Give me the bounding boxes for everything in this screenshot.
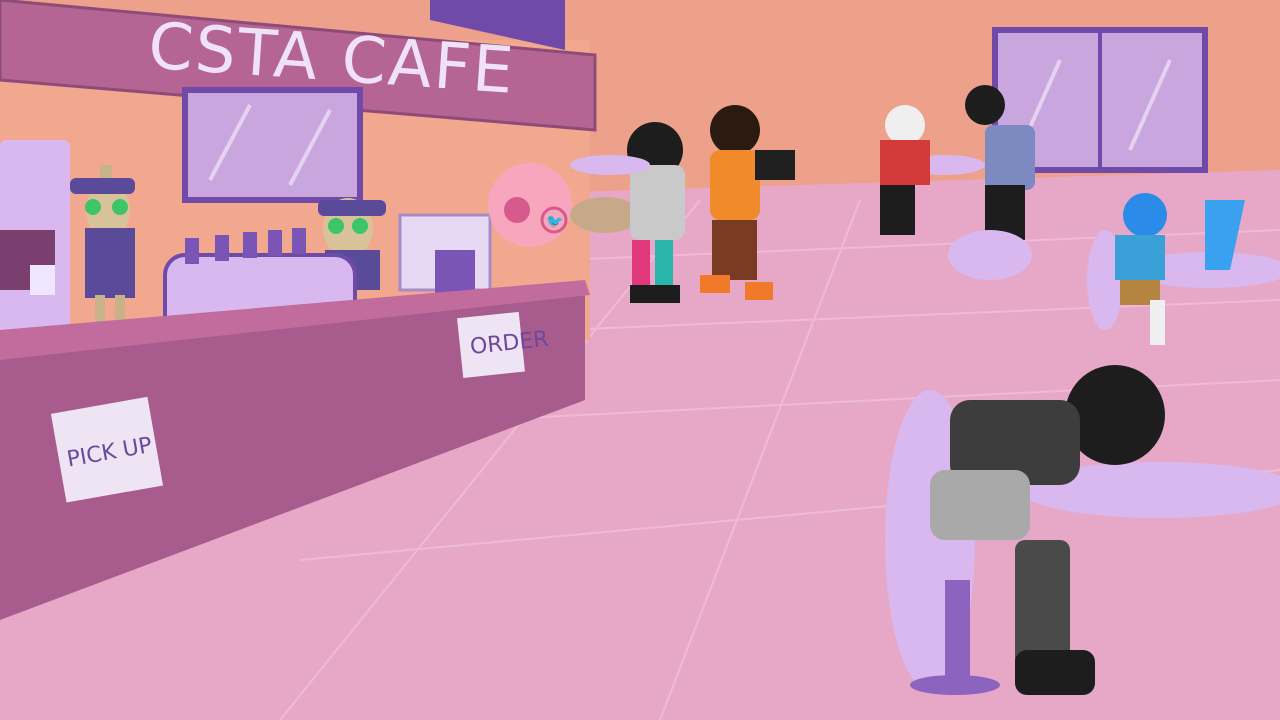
cash-register bbox=[398, 213, 492, 300]
pickup-card: PICK UP bbox=[50, 396, 164, 503]
twitter-bird-icon: 🐦 bbox=[546, 214, 563, 230]
fallen-chair bbox=[948, 230, 1032, 280]
shop-window bbox=[182, 87, 363, 203]
cafe-scene: CSTA CAFE ORDER PICK UP 🐦 bbox=[0, 0, 1280, 720]
dog bbox=[570, 197, 640, 233]
peach-emoji-bubble: 🐦 bbox=[488, 163, 572, 247]
